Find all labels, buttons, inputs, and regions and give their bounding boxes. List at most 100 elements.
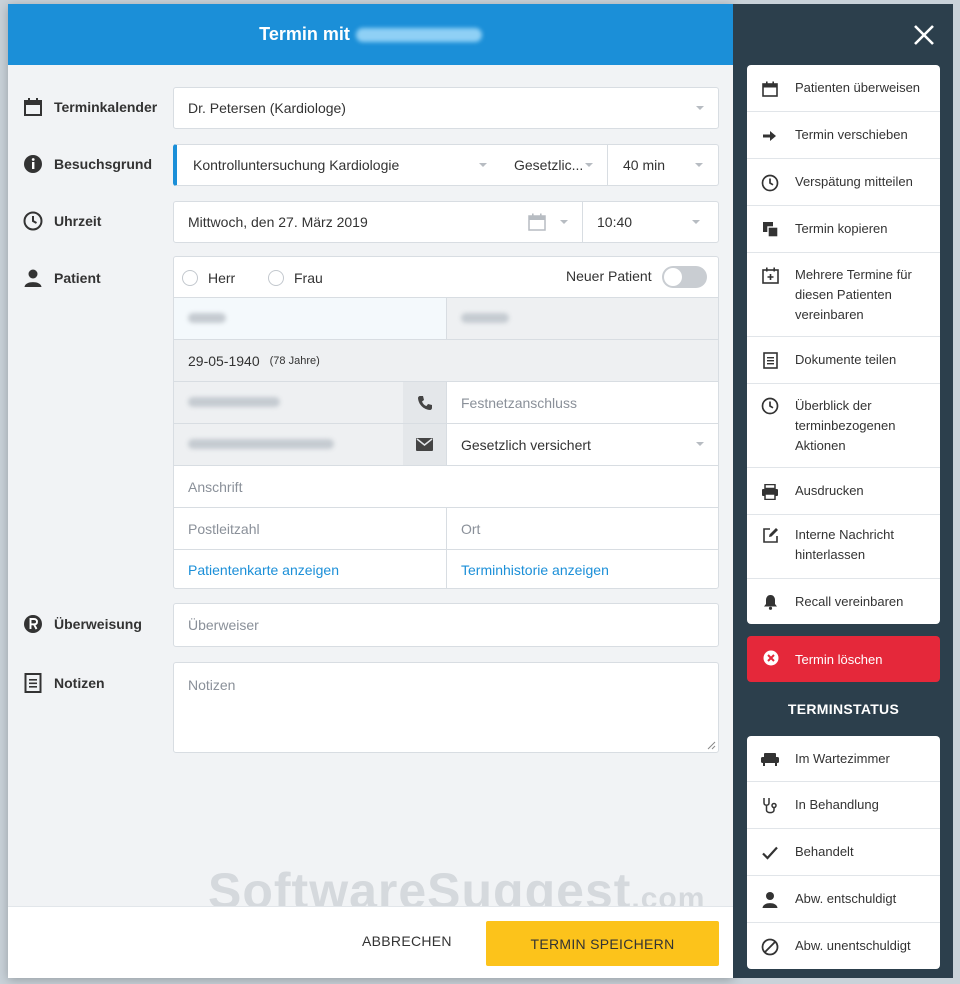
status-absent-unexcused[interactable]: Abw. unentschuldigt <box>747 923 940 969</box>
status-list: Im Wartezimmer In Behandlung Behandelt A… <box>747 736 940 969</box>
patient-label: Patient <box>54 270 101 286</box>
action-label: Patienten überweisen <box>795 80 921 95</box>
status-label: Abw. entschuldigt <box>795 891 897 906</box>
first-name-field[interactable] <box>174 298 446 339</box>
chevron-down-icon <box>560 220 568 224</box>
action-internal-message[interactable]: Interne Nachricht hinterlassen <box>747 515 940 579</box>
time-select[interactable]: 10:40 <box>597 202 632 242</box>
patient-card-link[interactable]: Patientenkarte anzeigen <box>188 550 339 589</box>
insurance-status-select[interactable]: Gesetzlich versichert <box>461 424 591 465</box>
action-print[interactable]: Ausdrucken <box>747 468 940 515</box>
delete-label: Termin löschen <box>795 651 883 667</box>
arrow-right-icon <box>761 127 779 145</box>
status-in-treatment[interactable]: In Behandlung <box>747 782 940 829</box>
status-treated[interactable]: Behandelt <box>747 829 940 876</box>
patient-name-blurred <box>355 27 482 42</box>
referral-label: Überweisung <box>54 616 142 632</box>
birthdate-value: 29-05-1940 <box>188 352 260 369</box>
cancel-button[interactable]: ABBRECHEN <box>362 933 452 949</box>
salutation-herr-label: Herr <box>208 269 236 286</box>
action-reschedule[interactable]: Termin verschieben <box>747 112 940 159</box>
action-copy[interactable]: Termin kopieren <box>747 206 940 253</box>
calendar-picker-icon[interactable] <box>528 213 546 231</box>
modal-title: Termin mit <box>259 24 350 44</box>
actions-list: Patienten überweisen Termin verschieben … <box>747 65 940 624</box>
edit-icon <box>761 526 779 544</box>
printer-icon <box>761 483 779 501</box>
action-share-documents[interactable]: Dokumente teilen <box>747 337 940 384</box>
reason-label: Besuchsgrund <box>54 156 153 172</box>
city-field[interactable]: Ort <box>461 508 480 549</box>
action-label: Ausdrucken <box>795 483 864 498</box>
calendar-label: Terminkalender <box>54 99 158 115</box>
zip-field[interactable]: Postleitzahl <box>188 508 260 549</box>
action-label: Überblick der terminbezogenen Aktionen <box>795 398 896 453</box>
close-icon[interactable] <box>911 22 937 48</box>
bell-icon <box>761 593 779 611</box>
salutation-frau-radio[interactable] <box>268 270 284 286</box>
envelope-icon <box>403 424 446 465</box>
document-icon <box>22 672 44 694</box>
chevron-down-icon <box>695 163 703 167</box>
status-waiting-room[interactable]: Im Wartezimmer <box>747 736 940 782</box>
status-absent-excused[interactable]: Abw. entschuldigt <box>747 876 940 923</box>
referrer-placeholder: Überweiser <box>188 617 259 633</box>
resize-handle-icon[interactable] <box>707 741 716 750</box>
duration-select[interactable]: 40 min <box>623 145 665 185</box>
delete-appointment-button[interactable]: Termin löschen <box>747 636 940 682</box>
status-label: Behandelt <box>795 844 854 859</box>
reason-label-row: Besuchsgrund <box>22 153 152 175</box>
action-label: Interne Nachricht hinterlassen <box>795 527 894 562</box>
landline-field[interactable]: Festnetzanschluss <box>461 382 577 423</box>
email-field[interactable] <box>174 424 403 465</box>
calendar-label-row: Terminkalender <box>22 96 157 118</box>
actions-panel: Patienten überweisen Termin verschieben … <box>733 4 953 978</box>
save-button[interactable]: TERMIN SPEICHERN <box>486 921 719 966</box>
notes-placeholder: Notizen <box>188 677 236 693</box>
patient-form: Herr Frau Neuer Patient 29-05-1940 (78 J… <box>173 256 719 589</box>
time-group: Mittwoch, den 27. März 2019 10:40 <box>173 201 719 243</box>
document-icon <box>761 352 779 370</box>
last-name-field[interactable] <box>447 298 718 339</box>
calendar-icon <box>22 96 44 118</box>
appointment-history-link[interactable]: Terminhistorie anzeigen <box>461 550 609 589</box>
status-heading: TERMINSTATUS <box>787 701 900 717</box>
close-circle-icon <box>763 650 781 668</box>
chevron-down-icon <box>585 163 593 167</box>
address-field[interactable]: Anschrift <box>188 466 242 507</box>
salutation-frau-label: Frau <box>294 269 323 286</box>
age-value: (78 Jahre) <box>269 354 320 367</box>
action-label: Verspätung mitteilen <box>795 174 913 189</box>
action-report-delay[interactable]: Verspätung mitteilen <box>747 159 940 206</box>
stethoscope-icon <box>761 797 779 815</box>
last-name-blurred <box>461 313 509 323</box>
action-label: Mehrere Termine für diesen Patienten ver… <box>795 267 912 322</box>
action-label: Dokumente teilen <box>795 352 897 367</box>
chevron-down-icon <box>692 220 700 224</box>
new-patient-toggle[interactable] <box>662 266 707 288</box>
action-recall[interactable]: Recall vereinbaren <box>747 579 940 624</box>
action-label: Termin verschieben <box>795 127 908 142</box>
chevron-down-icon <box>479 163 487 167</box>
referrer-input[interactable]: Überweiser <box>173 603 719 647</box>
notes-textarea[interactable]: Notizen <box>173 662 719 753</box>
calendar-plus-icon <box>761 266 779 284</box>
patient-label-row: Patient <box>22 267 101 289</box>
date-picker[interactable]: Mittwoch, den 27. März 2019 <box>188 202 368 242</box>
ban-icon <box>761 938 779 956</box>
reason-select[interactable]: Kontrolluntersuchung Kardiologie <box>193 145 399 185</box>
salutation-herr-radio[interactable] <box>182 270 198 286</box>
mobile-field[interactable] <box>174 382 403 423</box>
action-multiple-appointments[interactable]: Mehrere Termine für diesen Patienten ver… <box>747 253 940 337</box>
person-icon <box>22 267 44 289</box>
mobile-blurred <box>188 397 280 407</box>
phone-icon <box>403 382 446 423</box>
status-label: Abw. unentschuldigt <box>795 938 911 953</box>
insurance-select[interactable]: Gesetzlic... <box>514 145 583 185</box>
calendar-select[interactable]: Dr. Petersen (Kardiologe) <box>173 87 719 129</box>
birthdate-field[interactable]: 29-05-1940 (78 Jahre) <box>174 340 718 381</box>
action-refer-patient[interactable]: Patienten überweisen <box>747 65 940 112</box>
clock-icon <box>22 210 44 232</box>
action-overview[interactable]: Überblick der terminbezogenen Aktionen <box>747 384 940 468</box>
chevron-down-icon <box>696 106 704 110</box>
